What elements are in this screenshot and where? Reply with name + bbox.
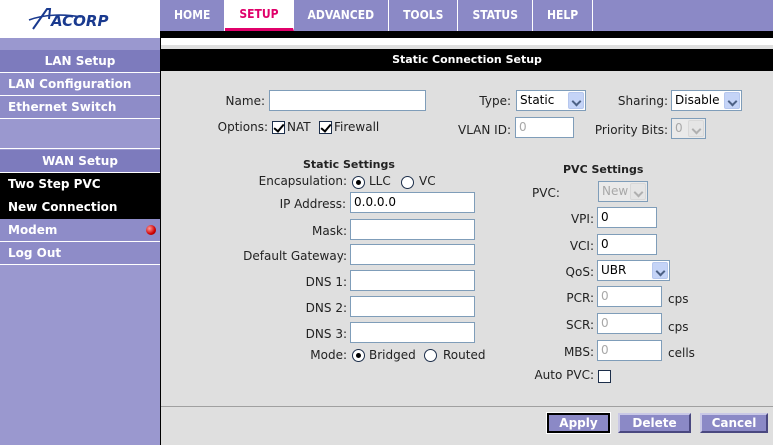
top-navigation: HOME SETUP ADVANCED TOOLS STATUS HELP (160, 0, 773, 33)
mbs-input[interactable]: 0 (597, 340, 662, 361)
pvc-select-value: New (602, 184, 629, 198)
ip-address-input[interactable]: 0.0.0.0 (350, 192, 475, 213)
sidebar: LAN Setup LAN Configuration Ethernet Swi… (0, 38, 161, 445)
routed-label: Routed (443, 348, 486, 362)
firewall-label: Firewall (334, 120, 380, 134)
llc-label: LLC (369, 174, 391, 188)
static-settings-heading: Static Settings (303, 158, 395, 171)
chevron-down-icon (630, 183, 646, 200)
type-select-value: Static (520, 93, 555, 107)
tab-tools[interactable]: TOOLS (389, 0, 459, 31)
vc-label: VC (419, 174, 436, 188)
vlan-id-label: VLAN ID: (458, 123, 511, 137)
page-title: Static Connection Setup (161, 49, 773, 71)
sidebar-item-ethernet-switch[interactable]: Ethernet Switch (0, 96, 160, 119)
sidebar-header-lan-setup: LAN Setup (0, 50, 160, 73)
chevron-down-icon (568, 92, 584, 109)
name-input[interactable] (269, 90, 426, 111)
sidebar-item-two-step-pvc[interactable]: Two Step PVC (0, 173, 160, 196)
default-gateway-input[interactable] (350, 244, 475, 265)
qos-select[interactable]: UBR (597, 260, 670, 281)
vlan-id-input[interactable]: 0 (515, 117, 574, 138)
mode-label: Mode: (310, 348, 347, 362)
type-select[interactable]: Static (516, 90, 586, 111)
sidebar-item-modem[interactable]: Modem (0, 219, 160, 242)
tab-help[interactable]: HELP (533, 0, 594, 31)
dns1-label: DNS 1: (305, 275, 347, 289)
scr-unit: cps (668, 320, 689, 334)
pcr-input[interactable]: 0 (597, 286, 662, 307)
name-label: Name: (225, 94, 265, 108)
dns3-input[interactable] (350, 322, 475, 343)
chevron-down-icon (688, 120, 704, 137)
vci-input[interactable]: 0 (597, 234, 657, 255)
sidebar-item-modem-label: Modem (8, 223, 58, 237)
tab-setup[interactable]: SETUP (225, 0, 294, 31)
pvc-select[interactable]: New (598, 181, 648, 202)
nat-checkbox[interactable] (272, 121, 285, 134)
tab-advanced[interactable]: ADVANCED (294, 0, 390, 31)
header-spacer (160, 38, 773, 45)
acorp-logo: ACORP (0, 0, 160, 38)
scr-label: SCR: (565, 318, 594, 332)
firewall-checkbox[interactable] (319, 121, 332, 134)
cancel-button[interactable]: Cancel (700, 413, 768, 433)
logo-graphic: ACORP (28, 8, 108, 30)
pcr-unit: cps (668, 292, 689, 306)
sidebar-spacer (0, 119, 160, 149)
qos-label: QoS: (565, 265, 594, 279)
delete-button[interactable]: Delete (618, 413, 691, 433)
priority-bits-select[interactable]: 0 (671, 118, 706, 139)
pcr-label: PCR: (566, 291, 594, 305)
pvc-label: PVC: (532, 186, 560, 200)
pvc-settings-heading: PVC Settings (563, 163, 644, 176)
sidebar-item-log-out[interactable]: Log Out (0, 242, 160, 265)
tab-home[interactable]: HOME (160, 0, 226, 31)
sharing-select-value: Disable (675, 93, 720, 107)
mbs-unit: cells (668, 346, 695, 360)
logo-text: ACORP (50, 12, 108, 30)
vpi-label: VPI: (570, 212, 594, 226)
sidebar-header-wan-setup: WAN Setup (0, 150, 160, 173)
scr-input[interactable]: 0 (597, 313, 662, 334)
ip-address-label: IP Address: (279, 197, 346, 211)
nat-label: NAT (287, 120, 311, 134)
dns3-label: DNS 3: (305, 327, 347, 341)
priority-bits-value: 0 (675, 121, 683, 135)
default-gateway-label: Default Gateway: (243, 249, 347, 263)
auto-pvc-checkbox[interactable] (598, 370, 611, 383)
bridged-radio[interactable] (352, 349, 365, 362)
qos-select-value: UBR (601, 263, 627, 277)
footer-divider (161, 406, 773, 407)
sharing-label: Sharing: (617, 94, 668, 108)
sharing-select[interactable]: Disable (671, 90, 742, 111)
mbs-label: MBS: (563, 345, 594, 359)
priority-bits-label: Priority Bits: (594, 123, 668, 137)
mask-input[interactable] (350, 219, 475, 240)
sidebar-item-new-connection[interactable]: New Connection (0, 196, 160, 219)
routed-radio[interactable] (424, 349, 437, 362)
auto-pvc-label: Auto PVC: (534, 368, 594, 382)
dns2-label: DNS 2: (305, 301, 347, 315)
sidebar-item-lan-configuration[interactable]: LAN Configuration (0, 73, 160, 96)
modem-status-icon (146, 225, 156, 235)
encapsulation-label: Encapsulation: (258, 174, 347, 188)
dns2-input[interactable] (350, 296, 475, 317)
chevron-down-icon (652, 262, 668, 279)
dns1-input[interactable] (350, 270, 475, 291)
bridged-label: Bridged (369, 348, 416, 362)
vpi-input[interactable]: 0 (597, 207, 657, 228)
llc-radio[interactable] (352, 176, 365, 189)
chevron-down-icon (724, 92, 740, 109)
type-label: Type: (479, 94, 511, 108)
apply-button[interactable]: Apply (546, 412, 611, 434)
main-panel: Static Connection Setup Name: Type: Stat… (161, 45, 773, 445)
mask-label: Mask: (312, 224, 347, 238)
options-label: Options: (217, 120, 268, 134)
vc-radio[interactable] (401, 176, 414, 189)
vci-label: VCI: (569, 239, 594, 253)
tab-status[interactable]: STATUS (458, 0, 533, 31)
